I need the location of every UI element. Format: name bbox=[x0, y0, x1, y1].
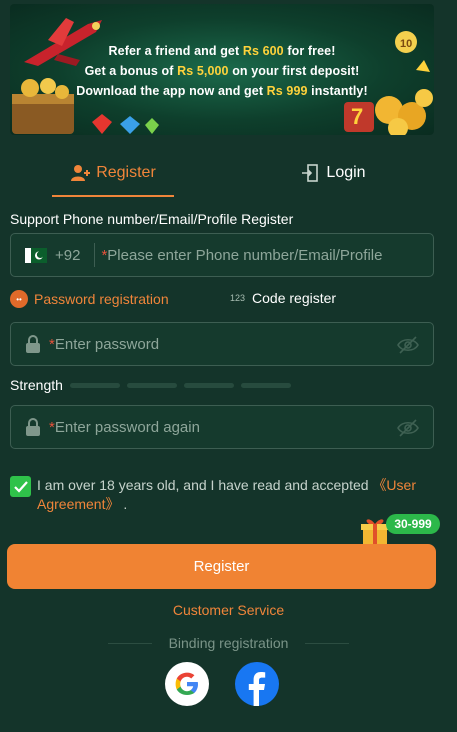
registration-mode-row: •• Password registration 123 Code regist… bbox=[10, 290, 434, 310]
code-register-label: Code register bbox=[252, 290, 337, 306]
code-register-option[interactable]: 123 Code register bbox=[230, 290, 336, 306]
svg-text:7: 7 bbox=[351, 104, 363, 129]
banner-line1-end: for free! bbox=[283, 44, 336, 58]
strength-bar-3 bbox=[184, 383, 234, 388]
gift-amount-pill: 30-999 bbox=[386, 514, 440, 534]
password-field[interactable]: *Enter password bbox=[10, 322, 434, 366]
strength-bar-2 bbox=[127, 383, 177, 388]
tab-register-label: Register bbox=[96, 164, 156, 181]
agreement-end: . bbox=[119, 496, 128, 512]
phone-placeholder: *Please enter Phone number/Email/Profile bbox=[101, 247, 382, 264]
banner-line2-text: Get a bonus of bbox=[84, 64, 178, 78]
confirm-password-field[interactable]: *Enter password again bbox=[10, 405, 434, 449]
tab-register[interactable]: Register bbox=[52, 150, 174, 196]
register-button[interactable]: Register bbox=[7, 544, 436, 589]
eye-hidden-icon[interactable] bbox=[397, 418, 419, 438]
binding-registration-label: Binding registration bbox=[168, 635, 289, 651]
eye-hidden-icon[interactable] bbox=[397, 335, 419, 355]
confirm-password-placeholder: *Enter password again bbox=[49, 419, 200, 436]
google-icon bbox=[175, 672, 198, 695]
register-method-label: Support Phone number/Email/Profile Regis… bbox=[10, 211, 294, 227]
banner-line2-amount: Rs 5,000 bbox=[177, 64, 229, 78]
promo-banner[interactable]: 10 7 Refer a friend and get Rs 600 for f… bbox=[10, 4, 434, 135]
facebook-login-button[interactable] bbox=[235, 662, 279, 706]
tab-login[interactable]: Login bbox=[283, 150, 383, 196]
banner-line3-amount: Rs 999 bbox=[266, 84, 308, 98]
tab-login-label: Login bbox=[326, 164, 366, 181]
divider bbox=[94, 243, 96, 267]
customer-service-link[interactable]: Customer Service bbox=[0, 602, 457, 618]
password-placeholder-text: Enter password bbox=[54, 335, 160, 353]
banner-line3-end: instantly! bbox=[307, 84, 368, 98]
banner-line2-end: on your first deposit! bbox=[228, 64, 360, 78]
country-code[interactable]: +92 bbox=[55, 247, 80, 264]
banner-promo-text: Refer a friend and get Rs 600 for free! … bbox=[10, 41, 434, 101]
gift-box-icon bbox=[361, 519, 389, 545]
confirm-password-placeholder-text: Enter password again bbox=[54, 418, 200, 436]
banner-line1-text: Refer a friend and get bbox=[108, 44, 243, 58]
divider-right bbox=[305, 643, 349, 644]
strength-bar-4 bbox=[241, 383, 291, 388]
lock-icon bbox=[26, 418, 40, 436]
agreement-checkbox[interactable] bbox=[10, 476, 31, 497]
lock-icon bbox=[26, 335, 40, 353]
banner-line3-text: Download the app now and get bbox=[76, 84, 267, 98]
password-dots-icon: •• bbox=[10, 290, 28, 308]
google-login-button[interactable] bbox=[165, 662, 209, 706]
banner-line1-amount: Rs 600 bbox=[242, 44, 284, 58]
password-placeholder: *Enter password bbox=[49, 336, 159, 353]
strength-bar-1 bbox=[70, 383, 120, 388]
phone-email-field[interactable]: +92 *Please enter Phone number/Email/Pro… bbox=[10, 233, 434, 277]
pakistan-flag-icon[interactable] bbox=[25, 247, 47, 263]
facebook-icon bbox=[248, 672, 266, 706]
auth-tabs: Register Login bbox=[0, 150, 457, 198]
agreement-text: I am over 18 years old, and I have read … bbox=[37, 476, 432, 514]
strength-label: Strength bbox=[10, 377, 63, 393]
code-123-icon: 123 bbox=[230, 293, 246, 303]
password-registration-label: Password registration bbox=[34, 291, 169, 307]
gems-icon bbox=[92, 114, 159, 134]
checkmark-icon bbox=[13, 480, 28, 493]
gift-bonus-badge: 30-999 bbox=[361, 512, 441, 548]
login-door-icon bbox=[300, 163, 320, 183]
add-user-icon bbox=[70, 163, 91, 183]
agreement-statement: I am over 18 years old, and I have read … bbox=[37, 477, 373, 493]
password-registration-option[interactable]: •• Password registration bbox=[10, 290, 169, 308]
phone-placeholder-text: Please enter Phone number/Email/Profile bbox=[107, 246, 383, 264]
active-tab-indicator bbox=[52, 195, 174, 197]
